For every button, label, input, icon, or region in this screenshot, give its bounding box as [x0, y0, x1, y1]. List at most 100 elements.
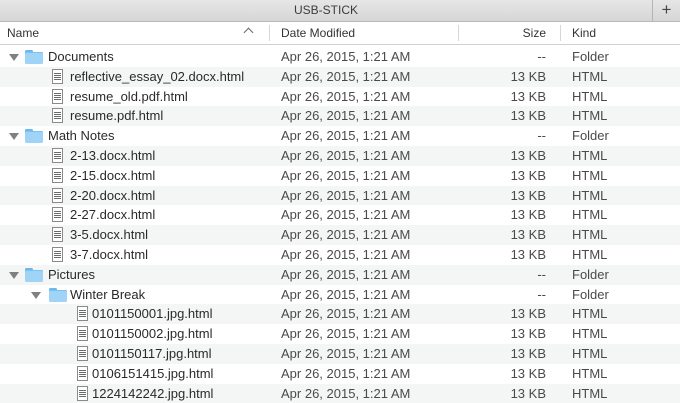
file-row[interactable]: 0101150001.jpg.html Apr 26, 2015, 1:21 AM…	[0, 304, 680, 325]
file-row[interactable]: 0101150002.jpg.html Apr 26, 2015, 1:21 AM…	[0, 324, 680, 344]
date-modified-cell: Apr 26, 2015, 1:21 AM	[281, 207, 411, 223]
date-modified-cell: Apr 26, 2015, 1:21 AM	[281, 286, 411, 302]
column-divider[interactable]	[560, 25, 561, 41]
size-cell: 13 KB	[510, 207, 546, 223]
html-document-icon	[77, 365, 88, 381]
kind-cell: HTML	[572, 147, 608, 163]
size-cell: 13 KB	[510, 108, 546, 124]
html-document-icon	[77, 345, 88, 361]
disclosure-triangle-icon[interactable]	[9, 133, 19, 141]
column-header-kind[interactable]: Kind	[572, 22, 596, 44]
date-modified-cell: Apr 26, 2015, 1:21 AM	[281, 68, 411, 84]
file-row[interactable]: 2-20.docx.html Apr 26, 2015, 1:21 AM 13 KB…	[0, 185, 680, 206]
item-name: 0101150117.jpg.html	[92, 345, 212, 361]
column-header-name[interactable]: Name	[7, 22, 39, 44]
disclosure-triangle-icon[interactable]	[31, 291, 41, 299]
file-row[interactable]: 0106151415.jpg.html Apr 26, 2015, 1:21 AM…	[0, 364, 680, 384]
file-row[interactable]: resume.pdf.html Apr 26, 2015, 1:21 AM 13 K…	[0, 106, 680, 127]
date-modified-cell: Apr 26, 2015, 1:21 AM	[281, 147, 411, 163]
column-header-size[interactable]: Size	[523, 22, 546, 44]
file-row[interactable]: 2-27.docx.html Apr 26, 2015, 1:21 AM 13 KB…	[0, 205, 680, 225]
date-modified-cell: Apr 26, 2015, 1:21 AM	[281, 88, 411, 104]
size-cell: 13 KB	[510, 88, 546, 104]
size-cell: 13 KB	[510, 68, 546, 84]
kind-cell: HTML	[572, 167, 608, 183]
html-document-icon	[52, 167, 63, 183]
folder-row[interactable]: Winter Break Apr 26, 2015, 1:21 AM -- Folde…	[0, 285, 680, 305]
kind-cell: HTML	[572, 207, 608, 223]
kind-cell: Folder	[572, 128, 609, 144]
item-name: 2-13.docx.html	[70, 147, 156, 163]
kind-cell: HTML	[572, 345, 608, 361]
date-modified-cell: Apr 26, 2015, 1:21 AM	[281, 385, 411, 401]
sort-ascending-icon	[243, 27, 254, 38]
disclosure-triangle-icon[interactable]	[9, 271, 19, 279]
folder-row[interactable]: Math Notes Apr 26, 2015, 1:21 AM -- Folder	[0, 126, 680, 146]
file-row[interactable]: 0101150117.jpg.html Apr 26, 2015, 1:21 AM…	[0, 343, 680, 364]
html-document-icon	[52, 88, 63, 104]
file-row[interactable]: 3-7.docx.html Apr 26, 2015, 1:21 AM 13 KB H…	[0, 245, 680, 265]
kind-cell: HTML	[572, 365, 608, 381]
size-cell: 13 KB	[510, 187, 546, 203]
size-cell: 13 KB	[510, 167, 546, 183]
item-name: 0101150002.jpg.html	[92, 326, 213, 342]
size-cell: --	[537, 286, 546, 302]
folder-icon	[49, 287, 67, 302]
kind-cell: Folder	[572, 266, 609, 282]
disclosure-triangle-icon[interactable]	[9, 54, 19, 61]
html-document-icon	[52, 147, 63, 163]
file-row[interactable]: reflective_essay_02.docx.html Apr 26, 201…	[0, 66, 680, 87]
item-name: resume.pdf.html	[70, 108, 164, 124]
size-cell: 13 KB	[510, 227, 546, 243]
size-cell: 13 KB	[510, 326, 546, 342]
size-cell: --	[537, 49, 546, 64]
file-row[interactable]: 3-5.docx.html Apr 26, 2015, 1:21 AM 13 KB H…	[0, 225, 680, 245]
item-name: 3-7.docx.html	[70, 246, 149, 262]
date-modified-cell: Apr 26, 2015, 1:21 AM	[281, 306, 411, 322]
file-list: Documents Apr 26, 2015, 1:21 AM -- Folder re…	[0, 47, 680, 403]
html-document-icon	[52, 227, 63, 243]
item-name: 2-20.docx.html	[70, 187, 156, 203]
window-title[interactable]: USB-STICK	[0, 0, 652, 21]
date-modified-cell: Apr 26, 2015, 1:21 AM	[281, 128, 411, 144]
tab-bar: USB-STICK +	[0, 0, 680, 22]
date-modified-cell: Apr 26, 2015, 1:21 AM	[281, 227, 411, 243]
size-cell: 13 KB	[510, 246, 546, 262]
html-document-icon	[52, 207, 63, 223]
file-row[interactable]: 2-15.docx.html Apr 26, 2015, 1:21 AM 13 KB…	[0, 166, 680, 186]
new-tab-button[interactable]: +	[653, 0, 680, 21]
item-name: 1224142242.jpg.html	[92, 385, 214, 401]
date-modified-cell: Apr 26, 2015, 1:21 AM	[281, 365, 411, 381]
item-name: 2-15.docx.html	[70, 167, 156, 183]
item-name: Pictures	[48, 266, 95, 282]
folder-icon	[25, 267, 43, 282]
column-divider[interactable]	[458, 25, 459, 41]
item-name: 2-27.docx.html	[70, 207, 156, 223]
column-header-date-modified[interactable]: Date Modified	[281, 22, 355, 44]
html-document-icon	[77, 326, 88, 342]
size-cell: 13 KB	[510, 306, 546, 322]
size-cell: 13 KB	[510, 147, 546, 163]
kind-cell: HTML	[572, 326, 608, 342]
column-divider[interactable]	[269, 25, 270, 41]
folder-row[interactable]: Documents Apr 26, 2015, 1:21 AM -- Folder	[0, 47, 680, 67]
size-cell: --	[537, 266, 546, 282]
size-cell: 13 KB	[510, 385, 546, 401]
kind-cell: HTML	[572, 306, 608, 322]
date-modified-cell: Apr 26, 2015, 1:21 AM	[281, 167, 411, 183]
kind-cell: Folder	[572, 49, 609, 64]
item-name: Math Notes	[48, 128, 115, 144]
file-row[interactable]: resume_old.pdf.html Apr 26, 2015, 1:21 AM…	[0, 87, 680, 107]
plus-icon: +	[661, 0, 672, 19]
kind-cell: Folder	[572, 286, 609, 302]
kind-cell: HTML	[572, 246, 608, 262]
file-row[interactable]: 1224142242.jpg.html Apr 26, 2015, 1:21 AM…	[0, 383, 680, 403]
kind-cell: HTML	[572, 227, 608, 243]
folder-row[interactable]: Pictures Apr 26, 2015, 1:21 AM -- Folder	[0, 264, 680, 285]
html-document-icon	[52, 108, 63, 124]
date-modified-cell: Apr 26, 2015, 1:21 AM	[281, 187, 411, 203]
kind-cell: HTML	[572, 108, 608, 124]
file-row[interactable]: 2-13.docx.html Apr 26, 2015, 1:21 AM 13 KB…	[0, 145, 680, 166]
item-name: reflective_essay_02.docx.html	[70, 68, 245, 84]
folder-icon	[25, 129, 43, 144]
